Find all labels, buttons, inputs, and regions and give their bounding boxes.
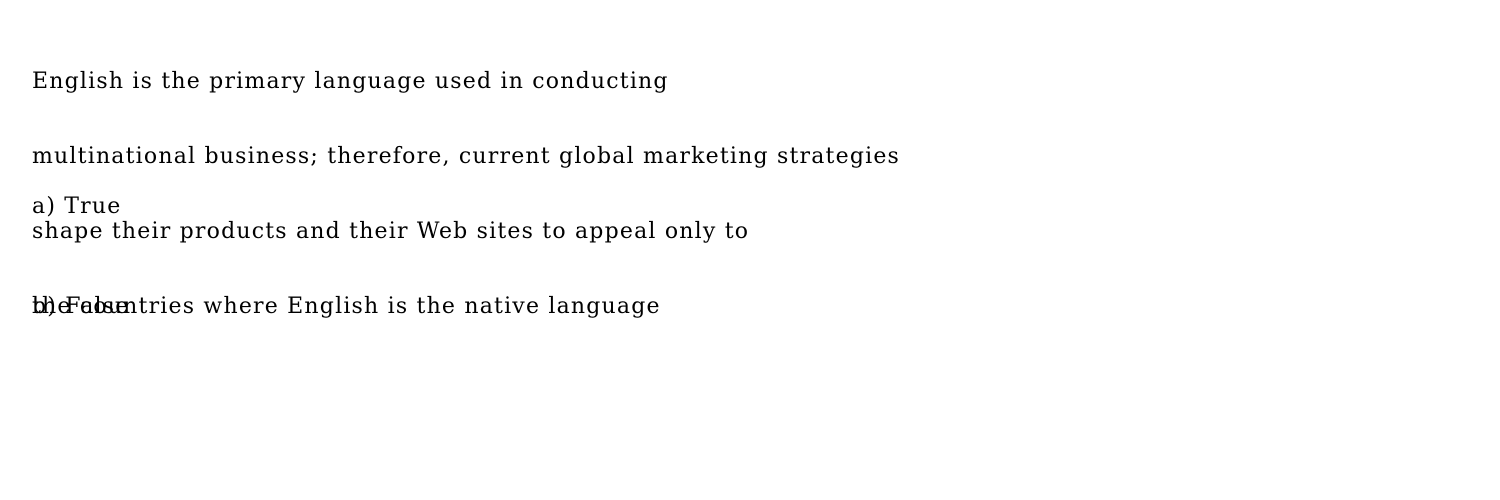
option-false[interactable]: b) False xyxy=(32,294,130,319)
question-line: multinational business; therefore, curre… xyxy=(32,144,901,169)
question-line: English is the primary language used in … xyxy=(32,69,669,94)
question-line: the countries where English is the nativ… xyxy=(32,294,661,319)
answer-options: a) True b) False xyxy=(32,144,130,369)
option-true[interactable]: a) True xyxy=(32,194,130,219)
question-line: shape their products and their Web sites… xyxy=(32,219,750,244)
question-text: English is the primary language used in … xyxy=(32,19,900,344)
